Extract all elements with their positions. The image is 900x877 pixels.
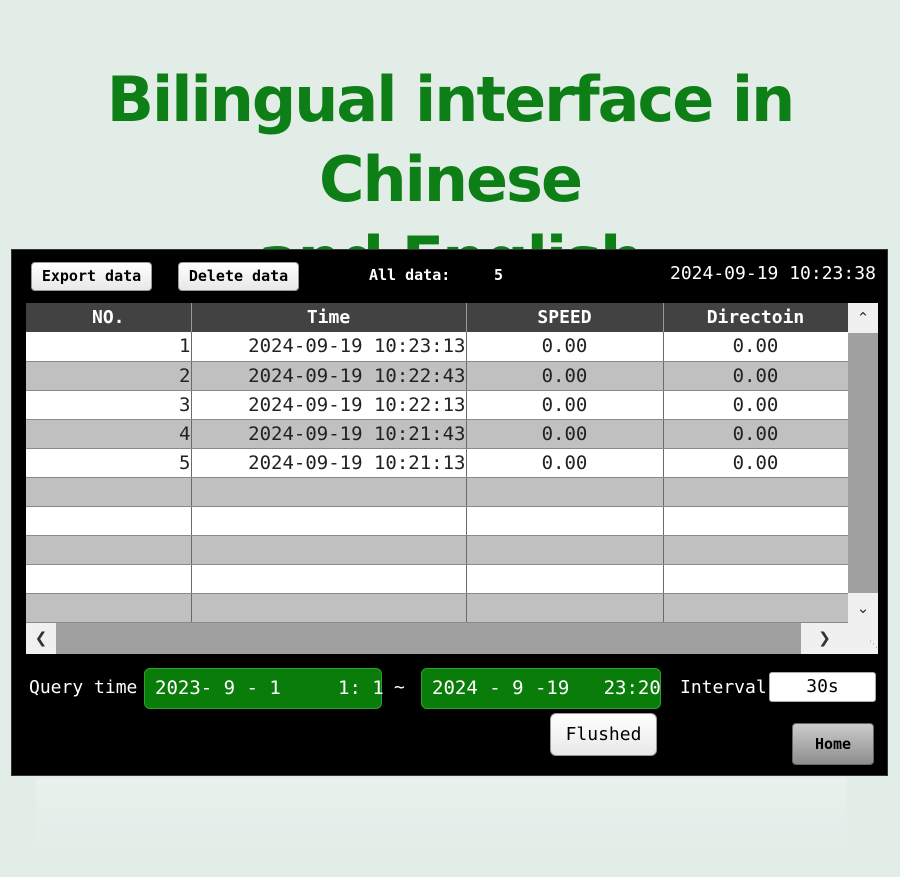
cell-no: 5 [26, 448, 192, 478]
table-row[interactable] [26, 506, 849, 536]
resize-grip-icon: ⋱ [848, 623, 878, 654]
horizontal-scrollbar[interactable]: ❮ ❯ [26, 623, 848, 654]
cell-speed [466, 477, 664, 507]
cell-speed: 0.00 [466, 361, 664, 391]
query-start-field[interactable]: 2023- 9 - 1 1: 1 [144, 668, 384, 709]
column-header-no[interactable]: NO. [26, 303, 192, 332]
cell-no: 1 [26, 332, 192, 362]
cell-speed [466, 535, 664, 565]
cell-time: 2024-09-19 10:23:13 [191, 332, 467, 362]
panel-reflection [36, 778, 847, 858]
cell-direction [663, 477, 849, 507]
banner-title-line-1: Bilingual interface in Chinese [106, 63, 796, 216]
all-data-count: 5 [494, 266, 504, 284]
cell-no [26, 535, 192, 565]
cell-time [191, 593, 467, 623]
table-row[interactable] [26, 477, 849, 507]
cell-time [191, 477, 467, 507]
table-row[interactable]: 3 2024-09-19 10:22:13 0.00 0.00 [26, 390, 849, 420]
vertical-scrollbar[interactable]: ⌃ ⌄ [848, 303, 878, 623]
interval-input[interactable]: 30s [769, 672, 876, 702]
home-button[interactable]: Home [792, 723, 874, 765]
cell-speed [466, 593, 664, 623]
table-row[interactable]: 5 2024-09-19 10:21:13 0.00 0.00 [26, 448, 849, 478]
query-end-field[interactable]: 2024 - 9 -19 23:20 [421, 668, 661, 709]
cell-direction: 0.00 [663, 448, 849, 478]
cell-direction [663, 535, 849, 565]
chevron-down-icon[interactable]: ⌄ [848, 593, 878, 623]
range-separator: ~ [394, 677, 405, 698]
cell-speed [466, 506, 664, 536]
flushed-button[interactable]: Flushed [550, 713, 657, 756]
table-header-row: NO. Time SPEED Directoin [26, 303, 849, 332]
data-grid: NO. Time SPEED Directoin 1 2024-09-19 10… [26, 303, 878, 654]
cell-no [26, 506, 192, 536]
records-table: NO. Time SPEED Directoin 1 2024-09-19 10… [26, 303, 849, 623]
table-row[interactable] [26, 593, 849, 623]
column-header-direction[interactable]: Directoin [663, 303, 849, 332]
cell-speed: 0.00 [466, 332, 664, 362]
cell-no [26, 593, 192, 623]
all-data-label: All data: [369, 266, 451, 284]
delete-data-button[interactable]: Delete data [178, 262, 299, 291]
chevron-left-icon[interactable]: ❮ [26, 623, 56, 654]
cell-time: 2024-09-19 10:22:43 [191, 361, 467, 391]
cell-direction [663, 593, 849, 623]
cell-speed: 0.00 [466, 390, 664, 420]
cell-direction: 0.00 [663, 361, 849, 391]
cell-direction: 0.00 [663, 332, 849, 362]
cell-speed: 0.00 [466, 419, 664, 449]
column-header-time[interactable]: Time [191, 303, 467, 332]
cell-time [191, 564, 467, 594]
cell-time: 2024-09-19 10:21:13 [191, 448, 467, 478]
table-row[interactable]: 4 2024-09-19 10:21:43 0.00 0.00 [26, 419, 849, 449]
table-row[interactable] [26, 535, 849, 565]
cell-time [191, 506, 467, 536]
current-datetime: 2024-09-19 10:23:38 [670, 263, 876, 284]
column-header-speed[interactable]: SPEED [466, 303, 664, 332]
export-data-button[interactable]: Export data [31, 262, 152, 291]
table-row[interactable] [26, 564, 849, 594]
cell-direction [663, 564, 849, 594]
interval-label: Interval [680, 677, 767, 698]
table-row[interactable]: 2 2024-09-19 10:22:43 0.00 0.00 [26, 361, 849, 391]
table-row[interactable]: 1 2024-09-19 10:23:13 0.00 0.00 [26, 332, 849, 362]
cell-time: 2024-09-19 10:21:43 [191, 419, 467, 449]
cell-direction: 0.00 [663, 419, 849, 449]
hmi-panel: Export data Delete data All data: 5 2024… [11, 249, 888, 776]
query-time-label: Query time [29, 677, 138, 698]
cell-time: 2024-09-19 10:22:13 [191, 390, 467, 420]
cell-no [26, 564, 192, 594]
cell-no: 3 [26, 390, 192, 420]
cell-time [191, 535, 467, 565]
cell-speed: 0.00 [466, 448, 664, 478]
chevron-up-icon[interactable]: ⌃ [848, 303, 878, 333]
cell-no: 2 [26, 361, 192, 391]
cell-direction [663, 506, 849, 536]
cell-no [26, 477, 192, 507]
chevron-right-icon[interactable]: ❯ [801, 623, 848, 654]
cell-direction: 0.00 [663, 390, 849, 420]
cell-no: 4 [26, 419, 192, 449]
cell-speed [466, 564, 664, 594]
